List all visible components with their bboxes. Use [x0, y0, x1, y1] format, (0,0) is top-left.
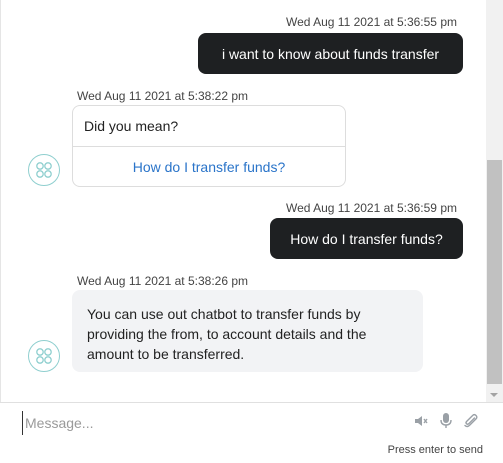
message-timestamp: Wed Aug 11 2021 at 5:36:59 pm [285, 201, 457, 215]
suggestion-card: Did you mean? How do I transfer funds? [72, 105, 346, 187]
paperclip-icon[interactable] [461, 411, 481, 431]
speaker-mute-icon[interactable] [411, 411, 431, 431]
send-hint: Press enter to send [387, 444, 483, 456]
scrollbar-thumb[interactable] [487, 160, 502, 384]
message-timestamp: Wed Aug 11 2021 at 5:38:26 pm [77, 274, 249, 288]
user-message: How do I transfer funds? [270, 218, 463, 259]
bot-avatar [28, 340, 60, 372]
message-timestamp: Wed Aug 11 2021 at 5:36:55 pm [285, 15, 457, 29]
message-timestamp: Wed Aug 11 2021 at 5:38:22 pm [77, 89, 249, 103]
bot-message-text: You can use out chatbot to transfer fund… [87, 306, 367, 362]
microphone-icon[interactable] [436, 411, 456, 431]
suggestion-title: Did you mean? [73, 106, 345, 147]
bot-message: You can use out chatbot to transfer fund… [72, 290, 423, 372]
composer: Press enter to send [0, 402, 503, 463]
suggestion-option-button[interactable]: How do I transfer funds? [73, 147, 345, 186]
chat-widget: Wed Aug 11 2021 at 5:36:55 pm i want to … [0, 0, 503, 463]
bot-avatar-icon [36, 348, 52, 364]
message-list[interactable]: Wed Aug 11 2021 at 5:36:55 pm i want to … [0, 0, 486, 402]
scroll-down-arrow[interactable] [490, 393, 498, 397]
message-input[interactable] [22, 411, 397, 435]
user-message-text: i want to know about funds transfer [221, 45, 440, 62]
bot-avatar [28, 154, 60, 186]
user-message-text: How do I transfer funds? [290, 230, 443, 247]
bot-avatar-icon [36, 162, 52, 178]
user-message: i want to know about funds transfer [198, 33, 463, 74]
